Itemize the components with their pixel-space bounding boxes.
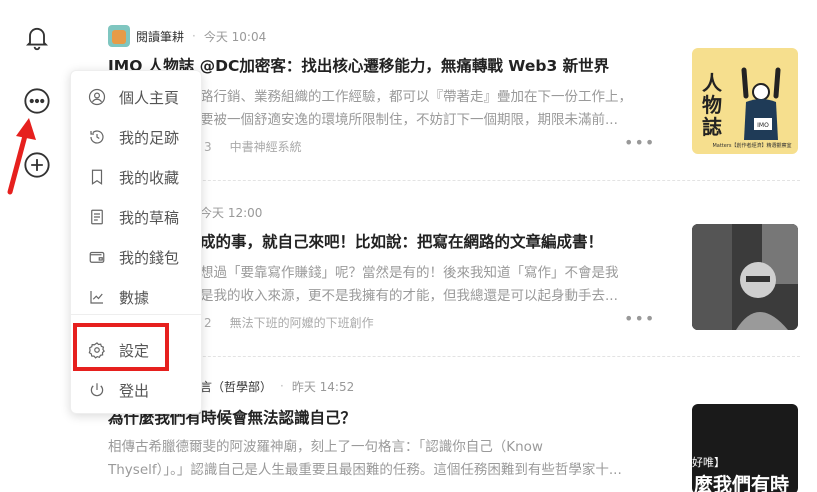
article-meta: 言（哲學部） · 昨天 14:52 <box>200 376 354 396</box>
menu-item-label: 登出 <box>119 381 150 400</box>
power-icon <box>87 380 107 400</box>
timestamp: 今天 10:04 <box>203 29 267 44</box>
user-circle-icon <box>87 87 107 107</box>
menu-item-profile[interactable]: 個人主頁 <box>71 77 203 117</box>
meta-separator: · <box>280 379 284 393</box>
history-icon <box>87 127 107 147</box>
person-illustration: IMO <box>741 67 781 140</box>
menu-item-logout[interactable]: 登出 <box>71 370 203 410</box>
article-feed: 閱讀筆耕 · 今天 10:04 IMO 人物誌 @DC加密客：找出核心遷移能力，… <box>108 0 800 492</box>
photo-image <box>692 224 798 330</box>
menu-item-label: 個人主頁 <box>119 88 180 107</box>
menu-item-label: 我的錢包 <box>119 248 180 267</box>
article-meta: 今天 12:00 <box>200 202 262 222</box>
comment-count: 3 <box>204 139 212 154</box>
draft-icon <box>87 207 107 227</box>
more-options-button[interactable]: ••• <box>624 135 655 151</box>
settings-icon <box>87 340 107 360</box>
excerpt-line: Thyself）」。」認識自己是人生最重要且最困難的任務。這個任務困難到有些哲學… <box>108 462 622 478</box>
svg-text:IMO: IMO <box>757 122 769 129</box>
divider <box>108 180 800 181</box>
more-options-button[interactable]: ••• <box>624 311 655 327</box>
thumbnail-text: 好唯】 <box>692 456 725 469</box>
annotation-arrow <box>7 118 36 195</box>
article-stats: 2 無法下班的阿嬤的下班創作 <box>204 314 374 331</box>
menu-item-label: 數據 <box>119 288 150 307</box>
timestamp: 昨天 14:52 <box>291 379 355 394</box>
thumbnail-caption: Matters【創作者經濟】精選觀察室 <box>712 143 792 149</box>
comment-count: 2 <box>204 315 212 330</box>
menu-item-drafts[interactable]: 我的草稿 <box>71 197 203 237</box>
article-excerpt: 相傳古希臘德爾斐的阿波羅神廟，刻上了一句格言：「認識你自己（Know Thyse… <box>108 436 648 482</box>
menu-item-settings[interactable]: 設定 <box>71 330 203 370</box>
left-rail <box>0 0 74 492</box>
timestamp: 今天 12:00 <box>200 205 263 220</box>
more-menu: 個人主頁 我的足跡 我的收藏 我的草稿 我的錢包 數據 設定 登出 <box>70 70 203 414</box>
menu-item-label: 我的收藏 <box>119 168 180 187</box>
article-thumbnail[interactable] <box>692 224 798 330</box>
menu-item-bookmarks[interactable]: 我的收藏 <box>71 157 203 197</box>
menu-item-label: 設定 <box>119 341 150 360</box>
menu-item-label: 我的足跡 <box>119 128 180 147</box>
article-title[interactable]: 成的事，就自己來吧！比如說：把寫在網路的文章編成書！ <box>200 230 770 252</box>
article-thumbnail[interactable]: 人物誌 IMO Matters【創作者經濟】精選觀察室 <box>692 48 798 154</box>
meta-separator: · <box>192 29 196 43</box>
menu-item-label: 我的草稿 <box>119 208 180 227</box>
circle-name[interactable]: 無法下班的阿嬤的下班創作 <box>230 314 374 331</box>
author-name[interactable]: 言（哲學部） <box>200 378 272 395</box>
article-meta: 閱讀筆耕 · 今天 10:04 <box>108 25 267 47</box>
bell-icon[interactable] <box>22 22 52 52</box>
thumbnail-text: 麼我們有時 <box>694 474 790 492</box>
circle-name[interactable]: 中書神經系統 <box>230 138 302 155</box>
menu-item-history[interactable]: 我的足跡 <box>71 117 203 157</box>
menu-item-analytics[interactable]: 數據 <box>71 277 203 317</box>
divider <box>108 356 800 357</box>
chart-icon <box>87 287 107 307</box>
article-thumbnail[interactable]: 好唯】 麼我們有時 <box>692 404 798 492</box>
bookmark-icon <box>87 167 107 187</box>
avatar[interactable] <box>108 25 130 47</box>
thumbnail-title: 人物誌 <box>702 71 722 139</box>
article-stats: 3 中書神經系統 <box>204 138 302 155</box>
author-name[interactable]: 閱讀筆耕 <box>136 28 184 45</box>
wallet-icon <box>87 247 107 267</box>
menu-divider <box>71 314 203 315</box>
excerpt-line: 相傳古希臘德爾斐的阿波羅神廟，刻上了一句格言：「認識你自己（Know <box>108 439 543 455</box>
menu-item-wallet[interactable]: 我的錢包 <box>71 237 203 277</box>
